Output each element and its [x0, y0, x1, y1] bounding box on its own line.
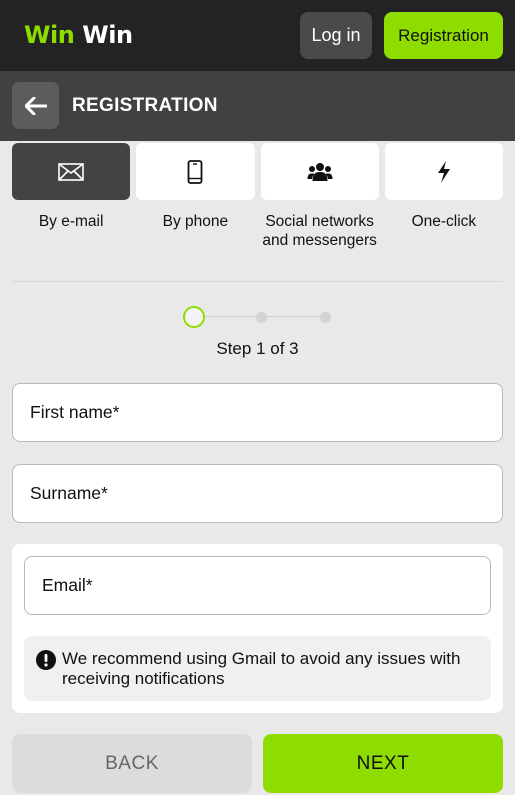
- step-2-dot: [256, 312, 267, 323]
- logo-part-1: Win: [24, 21, 75, 49]
- exclamation-circle-icon: [36, 650, 56, 670]
- divider: [12, 281, 503, 282]
- tab-by-email[interactable]: By e-mail: [12, 143, 131, 250]
- tab-one-click[interactable]: One-click: [384, 143, 503, 250]
- winwin-logo[interactable]: Win Win: [24, 20, 133, 50]
- top-bar: Win Win Log in Registration: [0, 0, 515, 71]
- envelope-icon: [58, 162, 84, 181]
- tab-tile[interactable]: [136, 143, 255, 200]
- registration-button[interactable]: Registration: [384, 12, 503, 59]
- email-placeholder: Email*: [42, 575, 93, 595]
- gmail-notice: We recommend using Gmail to avoid any is…: [24, 636, 491, 701]
- step-1-dot: [183, 306, 205, 328]
- tab-tile[interactable]: [260, 143, 379, 200]
- email-field[interactable]: Email*: [24, 556, 491, 615]
- tab-by-phone[interactable]: By phone: [136, 143, 255, 250]
- registration-method-tabs: By e-mail By phone Social networks and m…: [12, 143, 503, 250]
- page-title: REGISTRATION: [72, 95, 218, 116]
- first-name-field[interactable]: First name*: [12, 383, 503, 442]
- title-bar: REGISTRATION: [0, 71, 515, 141]
- step-indicator: [182, 306, 334, 328]
- arrow-left-icon: [24, 96, 47, 115]
- email-card: Email* We recommend using Gmail to avoid…: [12, 544, 503, 713]
- tab-label: Social networks and messengers: [262, 213, 377, 249]
- tab-tile[interactable]: [384, 143, 503, 200]
- step-3-dot: [320, 312, 331, 323]
- login-button[interactable]: Log in: [300, 12, 372, 59]
- lightning-icon: [437, 160, 450, 183]
- tab-social-networks[interactable]: Social networks and messengers: [260, 143, 379, 250]
- tab-label: One-click: [411, 213, 477, 230]
- back-button[interactable]: BACK: [12, 734, 252, 793]
- first-name-placeholder: First name*: [30, 402, 120, 422]
- users-icon: [307, 162, 333, 181]
- tab-label: By phone: [162, 213, 229, 230]
- step-text: Step 1 of 3: [216, 339, 299, 358]
- surname-placeholder: Surname*: [30, 483, 108, 503]
- logo-part-2: Win: [82, 21, 133, 49]
- tab-label: By e-mail: [38, 213, 104, 230]
- back-arrow-button[interactable]: [12, 82, 59, 129]
- smartphone-icon: [187, 159, 203, 184]
- tab-tile[interactable]: [12, 143, 131, 200]
- next-button[interactable]: NEXT: [263, 734, 503, 793]
- surname-field[interactable]: Surname*: [12, 464, 503, 523]
- notice-text: We recommend using Gmail to avoid any is…: [62, 649, 461, 688]
